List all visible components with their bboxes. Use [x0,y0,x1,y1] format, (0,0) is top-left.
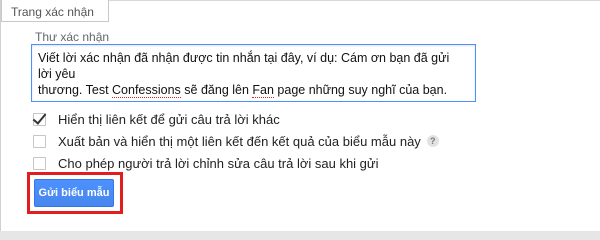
allow-edit-response-checkbox[interactable] [33,156,46,170]
option-label: Xuất bản và hiển thị một liên kết đến kế… [58,133,421,149]
help-icon[interactable]: ? [426,135,439,147]
option-show-resubmit-link[interactable]: Hiển thị liên kết để gửi câu trả lời khá… [33,111,280,127]
message-text: sẽ đăng lên [180,83,253,97]
confirmation-message-textarea[interactable]: Viết lời xác nhận đã nhận được tin nhắn … [31,44,476,102]
option-label: Cho phép người trả lời chỉnh sửa câu trả… [58,155,379,171]
option-allow-edit-response[interactable]: Cho phép người trả lời chỉnh sửa câu trả… [33,155,379,171]
confirmation-page-panel: Trang xác nhận Thư xác nhận Viết lời xác… [0,0,600,231]
message-line-1: Viết lời xác nhận đã nhận được tin nhắn … [38,51,450,81]
option-publish-results-link[interactable]: Xuất bản và hiển thị một liên kết đến kế… [33,133,439,149]
message-line-2: thương. Test Confessions sẽ đăng lên Fan… [38,82,465,98]
option-label: Hiển thị liên kết để gửi câu trả lời khá… [58,111,280,127]
panel-tab-title: Trang xác nhận [1,0,109,22]
spellcheck-word: Confessions [112,83,181,98]
message-text: thương. Test [38,83,113,97]
confirmation-message-label: Thư xác nhận [35,30,110,44]
submit-form-button[interactable]: Gửi biểu mẫu [34,179,114,207]
panel-divider [109,0,600,1]
publish-results-link-checkbox[interactable] [33,134,46,148]
message-text: page những suy nghĩ của bạn. [273,83,448,97]
spellcheck-word: Fan [252,83,274,98]
show-resubmit-link-checkbox[interactable] [33,112,46,126]
